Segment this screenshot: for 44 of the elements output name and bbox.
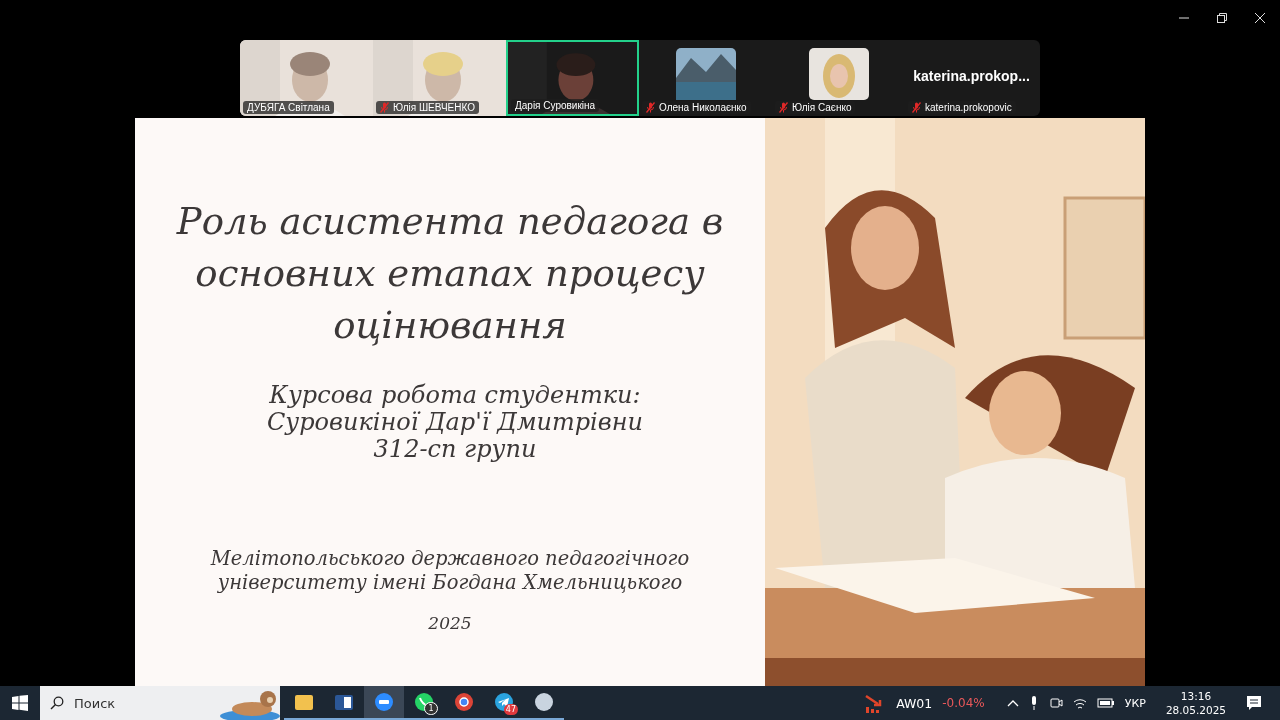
camera-icon[interactable] xyxy=(1048,696,1063,710)
participant-tile[interactable]: ДУБЯГА Світлана xyxy=(240,40,373,116)
restore-icon[interactable] xyxy=(1216,12,1228,24)
participant-name: Юлія ШЕВЧЕНКО xyxy=(393,102,475,113)
chevron-up-icon[interactable] xyxy=(1006,699,1019,707)
clock-date: 28.05.2025 xyxy=(1165,703,1226,717)
chrome-icon xyxy=(453,691,475,713)
subtitle-line: Суровикіної Дар'ї Дмитрівни xyxy=(266,409,644,436)
participant-tile[interactable]: Юлія Саєнко xyxy=(772,40,905,116)
participant-tile[interactable]: Юлія ШЕВЧЕНКО xyxy=(373,40,506,116)
taskbar-app[interactable] xyxy=(364,686,404,720)
clock-time: 13:16 xyxy=(1180,689,1212,703)
participant-name: Юлія Саєнко xyxy=(792,102,852,113)
otter-drawing xyxy=(220,690,280,720)
subtitle-line: Курсова робота студентки: xyxy=(268,382,642,409)
search-icon xyxy=(50,696,64,710)
battery-icon[interactable] xyxy=(1096,697,1115,709)
university-line: університету імені Богдана Хмельницького xyxy=(216,571,684,595)
participant-tile[interactable]: katerina.prokop... katerina.prokopovic xyxy=(905,40,1038,116)
participant-name: katerina.prokopovic xyxy=(925,102,1012,113)
wifi-icon[interactable] xyxy=(1072,696,1087,710)
telegram-icon xyxy=(493,691,515,713)
participant-name: katerina.prokop... xyxy=(913,68,1030,84)
taskbar-app[interactable]: 1 xyxy=(404,686,444,720)
slide-year: 2025 xyxy=(428,613,472,633)
participant-name: Дарія Суровикіна xyxy=(515,100,596,111)
taskbar-app[interactable]: 47 xyxy=(484,686,524,720)
notifications-icon[interactable] xyxy=(1246,695,1262,711)
participant-name: Олена Николаєнко xyxy=(659,102,747,113)
language-indicator[interactable]: УКР xyxy=(1124,696,1146,710)
university-line: Мелітопольського державного педагогічного xyxy=(210,547,690,571)
slide-title: Роль асистента педагога в основних етапах процесу оцінювання xyxy=(175,199,725,349)
participant-name: ДУБЯГА Світлана xyxy=(247,102,330,113)
participant-tile[interactable]: Олена Николаєнко xyxy=(639,40,772,116)
notification-badge: 1 xyxy=(424,702,438,715)
participant-tile[interactable]: Дарія Суровикіна xyxy=(506,40,639,116)
windows-start-icon[interactable] xyxy=(12,695,28,711)
subtitle-line: 312-сп групи xyxy=(372,436,538,463)
search-field[interactable]: Поиск xyxy=(72,694,176,712)
ticker-symbol: AW01 xyxy=(896,695,933,711)
notification-badge: 47 xyxy=(503,704,518,715)
ticker-change: -0.04% xyxy=(942,696,985,710)
zoom-icon xyxy=(373,691,395,713)
close-icon[interactable] xyxy=(1254,12,1266,24)
